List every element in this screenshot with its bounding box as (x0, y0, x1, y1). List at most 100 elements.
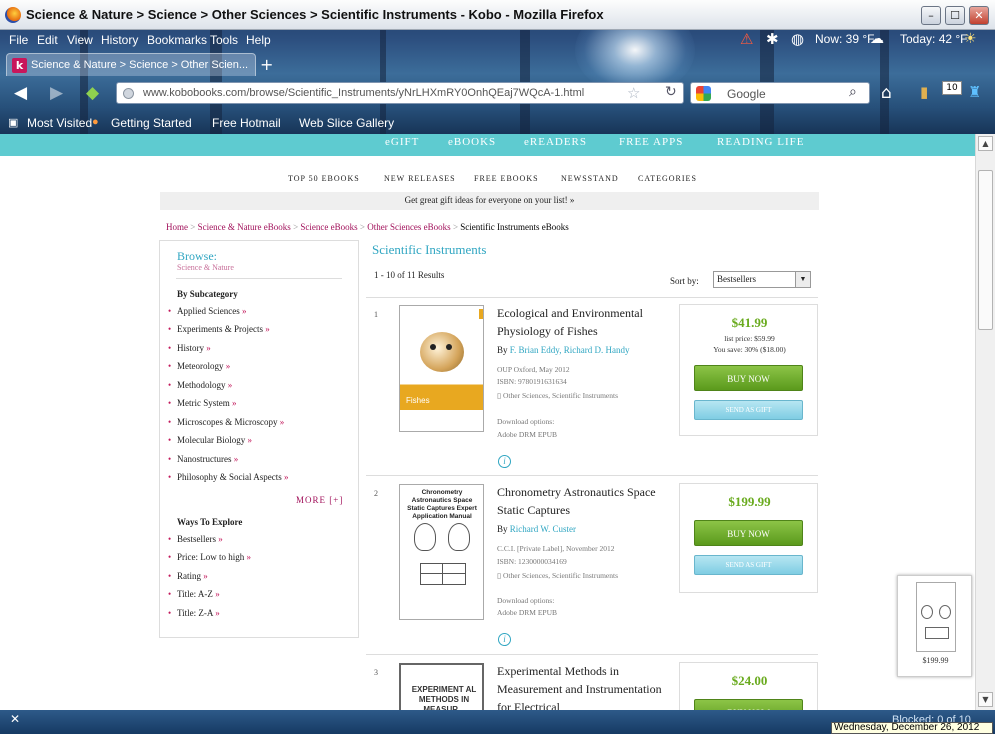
info-icon[interactable]: i (498, 455, 511, 468)
more-subcategories-link[interactable]: MORE [+] (296, 495, 343, 505)
menu-bookmarks[interactable]: Bookmarks (147, 33, 207, 47)
reload-icon[interactable]: ↻ (665, 84, 677, 100)
category-text[interactable]: Other Sciences, Scientific Instruments (503, 391, 618, 400)
subcategory-item[interactable]: Meteorology (168, 361, 230, 371)
close-icon[interactable]: ✕ (10, 712, 20, 726)
explore-item[interactable]: Bestsellers (168, 534, 223, 544)
info-icon[interactable]: i (498, 633, 511, 646)
bookmark-getting-started[interactable]: Getting Started (111, 116, 192, 130)
book-cover[interactable]: Chronometry Astronautics Space Static Ca… (399, 484, 484, 620)
sort-select[interactable]: Bestsellers ▼ (713, 271, 811, 288)
subcategory-item[interactable]: Nanostructures (168, 454, 238, 464)
search-icon[interactable]: ⌕ (849, 84, 857, 100)
nav-egift[interactable]: eGIFT (385, 136, 419, 148)
breadcrumb-separator: > (190, 222, 196, 232)
menu-history[interactable]: History (101, 33, 138, 47)
download-options-label: Download options: (497, 417, 555, 426)
buy-now-button[interactable]: BUY NOW (694, 520, 803, 546)
explore-item[interactable]: Title: A-Z (168, 589, 220, 599)
book-title[interactable]: Chronometry Astronautics Space Static Ca… (497, 483, 667, 519)
site-identity-icon[interactable] (123, 88, 134, 99)
bookmark-web-slice-gallery[interactable]: Web Slice Gallery (299, 116, 394, 130)
nav-reading-life[interactable]: READING LIFE (717, 136, 804, 148)
subcategory-item[interactable]: Microscopes & Microscopy (168, 417, 284, 427)
author-link[interactable]: Richard W. Custer (510, 524, 576, 534)
breadcrumb-science[interactable]: Science eBooks (300, 222, 357, 232)
menu-tools[interactable]: Tools (210, 33, 238, 47)
book-cover[interactable]: Fishes (399, 305, 484, 432)
chevron-down-icon[interactable]: ▼ (795, 272, 810, 287)
subcategory-item[interactable]: Philosophy & Social Aspects (168, 472, 289, 482)
weather-today[interactable]: Today: 42 °F (900, 32, 968, 46)
gift-banner[interactable]: Get great gift ideas for everyone on you… (160, 192, 819, 210)
subnav-new-releases[interactable]: NEW RELEASES (384, 174, 456, 183)
subcategory-item[interactable]: Methodology (168, 380, 232, 390)
subcategory-item[interactable]: History (168, 343, 211, 353)
explore-item[interactable]: Rating (168, 571, 208, 581)
close-window-button[interactable]: ✕ (969, 6, 989, 25)
home-icon[interactable]: ⌂ (881, 83, 892, 103)
book-cover[interactable]: EXPERIMENT AL METHODS IN MEASUR... (399, 663, 484, 710)
home-addon-icon[interactable]: ◆ (86, 83, 99, 103)
globe-icon[interactable]: ◍ (791, 30, 804, 48)
weather-now[interactable]: Now: 39 °F (815, 32, 874, 46)
breadcrumb-science-nature[interactable]: Science & Nature eBooks (198, 222, 291, 232)
author-link[interactable]: F. Brian Eddy, Richard D. Handy (510, 345, 630, 355)
addon-icon[interactable]: ♜ (968, 83, 981, 101)
subnav-categories[interactable]: CATEGORIES (638, 174, 697, 183)
google-icon[interactable] (696, 86, 711, 101)
tab-kobo[interactable]: k Science & Nature > Science > Other Sci… (6, 53, 256, 76)
address-bar[interactable]: www.kobobooks.com/browse/Scientific_Inst… (116, 82, 684, 104)
send-as-gift-button[interactable]: SEND AS GIFT (694, 555, 803, 575)
book-title[interactable]: Ecological and Environmental Physiology … (497, 304, 667, 340)
new-tab-button[interactable]: + (260, 55, 273, 74)
book-price: $41.99 (731, 315, 768, 330)
extension-icon[interactable]: ✱ (766, 30, 779, 48)
forward-button[interactable]: ▶ (50, 83, 63, 103)
note-icon[interactable]: ▮ (920, 83, 928, 101)
subcategory-item[interactable]: Metric System (168, 398, 237, 408)
bookmark-free-hotmail[interactable]: Free Hotmail (212, 116, 281, 130)
menu-edit[interactable]: Edit (37, 33, 58, 47)
scroll-down-arrow[interactable]: ▼ (978, 692, 993, 707)
send-as-gift-button[interactable]: SEND AS GIFT (694, 400, 803, 420)
bookmark-star-icon[interactable]: ☆ (627, 84, 640, 102)
explore-item[interactable]: Price: Low to high (168, 552, 251, 562)
subnav-free-ebooks[interactable]: FREE EBOOKS (474, 174, 539, 183)
toolbar-counter-badge[interactable]: 10 (942, 81, 962, 95)
vertical-scrollbar[interactable]: ▲ ▼ (975, 134, 995, 710)
scroll-up-arrow[interactable]: ▲ (978, 136, 993, 151)
menu-view[interactable]: View (67, 33, 93, 47)
buy-now-button[interactable]: BUY NOW (694, 699, 803, 710)
by-label: By (497, 345, 508, 355)
minimize-button[interactable]: – (921, 6, 941, 25)
warning-icon[interactable]: ⚠ (740, 30, 753, 48)
category-text[interactable]: Other Sciences, Scientific Instruments (503, 571, 618, 580)
nav-ereaders[interactable]: eREADERS (524, 136, 587, 148)
floating-book-preview[interactable]: $199.99 (897, 575, 972, 677)
menu-help[interactable]: Help (246, 33, 271, 47)
ways-to-explore-heading: Ways To Explore (177, 517, 243, 527)
subnav-top50[interactable]: TOP 50 EBOOKS (288, 174, 360, 183)
subcategory-item[interactable]: Applied Sciences (168, 306, 246, 316)
back-button[interactable]: ◀ (14, 83, 27, 103)
buy-now-button[interactable]: BUY NOW (694, 365, 803, 391)
subcategory-item[interactable]: Experiments & Projects (168, 324, 270, 334)
book-title[interactable]: Experimental Methods in Measurement and … (497, 662, 667, 710)
browse-category[interactable]: Science & Nature (177, 263, 234, 272)
breadcrumb-other-sciences[interactable]: Other Sciences eBooks (367, 222, 450, 232)
nav-ebooks[interactable]: eBOOKS (448, 136, 496, 148)
scroll-thumb[interactable] (978, 170, 993, 330)
browse-heading: Browse: (177, 249, 217, 263)
maximize-button[interactable]: ☐ (945, 6, 965, 25)
bookmark-most-visited[interactable]: Most Visited (27, 116, 92, 130)
menu-file[interactable]: File (9, 33, 28, 47)
breadcrumb-home[interactable]: Home (166, 222, 188, 232)
url-text[interactable]: www.kobobooks.com/browse/Scientific_Inst… (143, 87, 584, 99)
date-tooltip: Wednesday, December 26, 2012 (831, 722, 993, 734)
search-bar[interactable]: Google ⌕ (690, 82, 870, 104)
subcategory-item[interactable]: Molecular Biology (168, 435, 252, 445)
subnav-newsstand[interactable]: NEWSSTAND (561, 174, 619, 183)
explore-item[interactable]: Title: Z-A (168, 608, 220, 618)
nav-free-apps[interactable]: FREE APPS (619, 136, 683, 148)
